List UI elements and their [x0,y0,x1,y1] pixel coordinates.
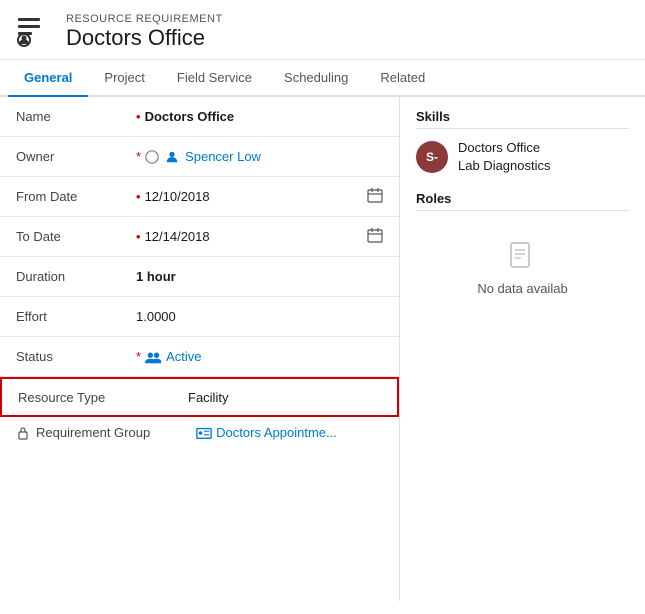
roles-section: Roles No data availab [416,191,629,316]
effort-value: 1.0000 [136,309,383,324]
skill-avatar: S- [416,141,448,173]
effort-label: Effort [16,309,136,324]
page-header: RESOURCE REQUIREMENT Doctors Office [0,0,645,60]
right-panel: Skills S- Doctors Office Lab Diagnostics… [400,97,645,601]
from-date-label: From Date [16,189,136,204]
to-date-calendar-icon[interactable] [367,227,383,246]
tab-general[interactable]: General [8,60,88,95]
req-group-row: Requirement Group Doctors Appointme... [0,417,399,448]
tab-scheduling[interactable]: Scheduling [268,60,364,95]
header-subtitle: RESOURCE REQUIREMENT [66,13,223,25]
owner-link[interactable]: Spencer Low [185,149,261,164]
from-date-row: From Date • 12/10/2018 [0,177,399,217]
from-date-required: • [136,189,141,204]
owner-circle-icon [145,150,159,164]
to-date-row: To Date • 12/14/2018 [0,217,399,257]
req-group-link[interactable]: Doctors Appointme... [196,425,337,440]
name-required: • [136,109,141,124]
no-data-icon [507,241,539,273]
skills-title: Skills [416,109,629,129]
name-value: Doctors Office [145,109,383,124]
resource-type-value: Facility [188,390,381,405]
duration-value: 1 hour [136,269,383,284]
owner-person-icon [165,150,179,164]
header-meta: RESOURCE REQUIREMENT Doctors Office [66,13,223,51]
header-title: Doctors Office [66,25,223,51]
form-panel: Name • Doctors Office Owner * Spencer Lo… [0,97,400,601]
resource-type-label: Resource Type [18,390,138,405]
lock-icon [16,426,30,440]
owner-required: * [136,149,141,164]
from-date-value: 12/10/2018 [145,187,383,206]
req-group-label: Requirement Group [36,425,150,440]
req-group-img-icon [196,426,212,440]
to-date-value: 12/14/2018 [145,227,383,246]
tab-related[interactable]: Related [364,60,441,95]
to-date-required: • [136,229,141,244]
duration-label: Duration [16,269,136,284]
content-area: Name • Doctors Office Owner * Spencer Lo… [0,97,645,601]
tab-bar: General Project Field Service Scheduling… [0,60,645,97]
no-data-roles: No data availab [416,221,629,316]
skill-item: S- Doctors Office Lab Diagnostics [416,139,629,175]
from-date-calendar-icon[interactable] [367,187,383,206]
status-group-icon [145,350,161,364]
resource-requirement-icon [16,12,52,51]
status-value: Active [145,349,383,364]
status-label: Status [16,349,136,364]
status-row: Status * Active [0,337,399,377]
resource-type-row: Resource Type Facility [0,377,399,417]
owner-row: Owner * Spencer Low [0,137,399,177]
tab-field-service[interactable]: Field Service [161,60,268,95]
owner-label: Owner [16,149,136,164]
skill-text: Doctors Office Lab Diagnostics [458,139,551,175]
name-row: Name • Doctors Office [0,97,399,137]
effort-row: Effort 1.0000 [0,297,399,337]
status-required: * [136,349,141,364]
name-label: Name [16,109,136,124]
owner-value: Spencer Low [145,149,383,164]
status-link[interactable]: Active [145,349,201,364]
roles-title: Roles [416,191,629,211]
duration-row: Duration 1 hour [0,257,399,297]
to-date-label: To Date [16,229,136,244]
no-data-text: No data availab [477,281,567,296]
tab-project[interactable]: Project [88,60,160,95]
